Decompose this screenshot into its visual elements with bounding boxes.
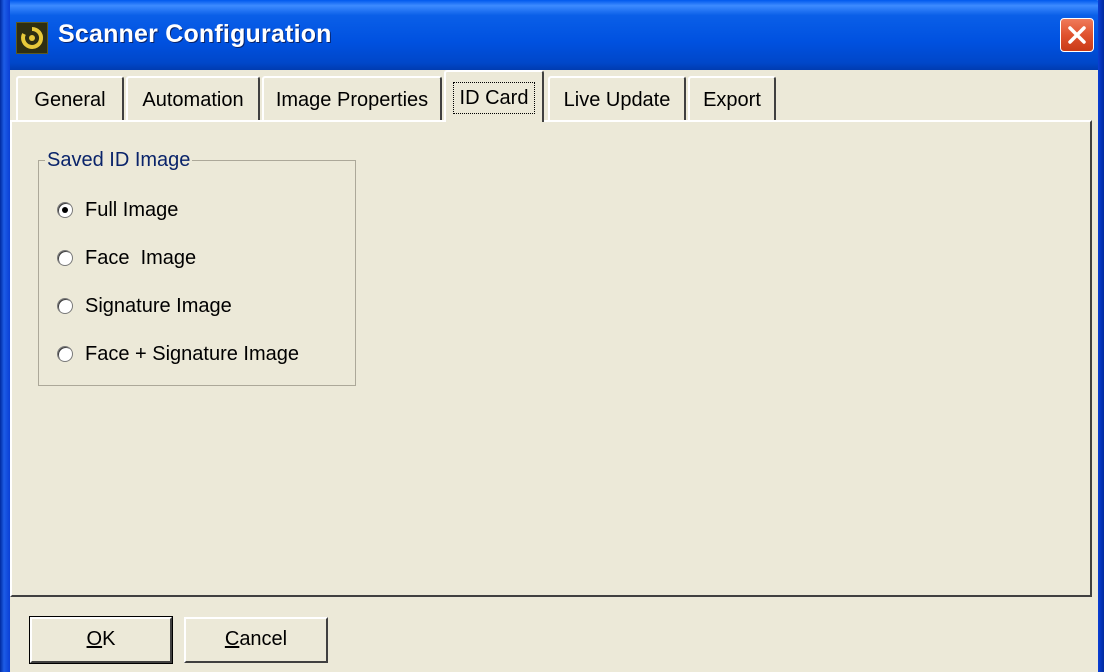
- window-title: Scanner Configuration: [58, 20, 332, 48]
- tab-label: General: [34, 89, 106, 111]
- radio-label: Face Image: [85, 247, 197, 269]
- ok-button[interactable]: OK: [29, 616, 173, 664]
- title-bar[interactable]: Scanner Configuration: [0, 0, 1104, 70]
- close-icon: [1068, 26, 1086, 44]
- tab-image-properties[interactable]: Image Properties: [262, 76, 442, 120]
- radio-label: Full Image: [85, 199, 179, 221]
- tab-automation[interactable]: Automation: [126, 76, 260, 120]
- tab-general[interactable]: General: [16, 76, 124, 120]
- tab-panel-id-card: Saved ID Image Full Image Face Image Sig…: [10, 120, 1092, 597]
- tab-label: Live Update: [563, 89, 671, 111]
- group-title: Saved ID Image: [45, 148, 193, 172]
- ok-mnemonic: O: [86, 628, 103, 650]
- cancel-label: ancel: [239, 628, 288, 650]
- radio-button[interactable]: [57, 298, 73, 314]
- window-border-left: [0, 0, 10, 672]
- tab-label: ID Card: [452, 82, 536, 114]
- tab-export[interactable]: Export: [688, 76, 776, 120]
- radio-label: Face + Signature Image: [85, 343, 300, 365]
- tab-id-card[interactable]: ID Card: [444, 70, 544, 122]
- window-border-right: [1098, 0, 1104, 672]
- tab-live-update[interactable]: Live Update: [548, 76, 686, 120]
- radio-button[interactable]: [57, 250, 73, 266]
- radio-selected-dot: [62, 207, 68, 213]
- tab-label: Automation: [142, 89, 244, 111]
- radio-button[interactable]: [57, 202, 73, 218]
- client-area: General Automation Image Properties ID C…: [10, 70, 1098, 672]
- cancel-mnemonic: C: [224, 628, 240, 650]
- tab-label: Image Properties: [275, 89, 429, 111]
- scanner-config-window: Scanner Configuration General Automation…: [0, 0, 1104, 672]
- close-button[interactable]: [1060, 18, 1094, 52]
- tab-label: Export: [703, 89, 761, 111]
- radio-label: Signature Image: [85, 295, 232, 317]
- radio-button[interactable]: [57, 346, 73, 362]
- ok-label: K: [102, 628, 116, 650]
- app-logo-icon: [16, 22, 48, 54]
- saved-id-image-group: Saved ID Image Full Image Face Image Sig…: [38, 148, 356, 386]
- cancel-button[interactable]: Cancel: [184, 617, 328, 663]
